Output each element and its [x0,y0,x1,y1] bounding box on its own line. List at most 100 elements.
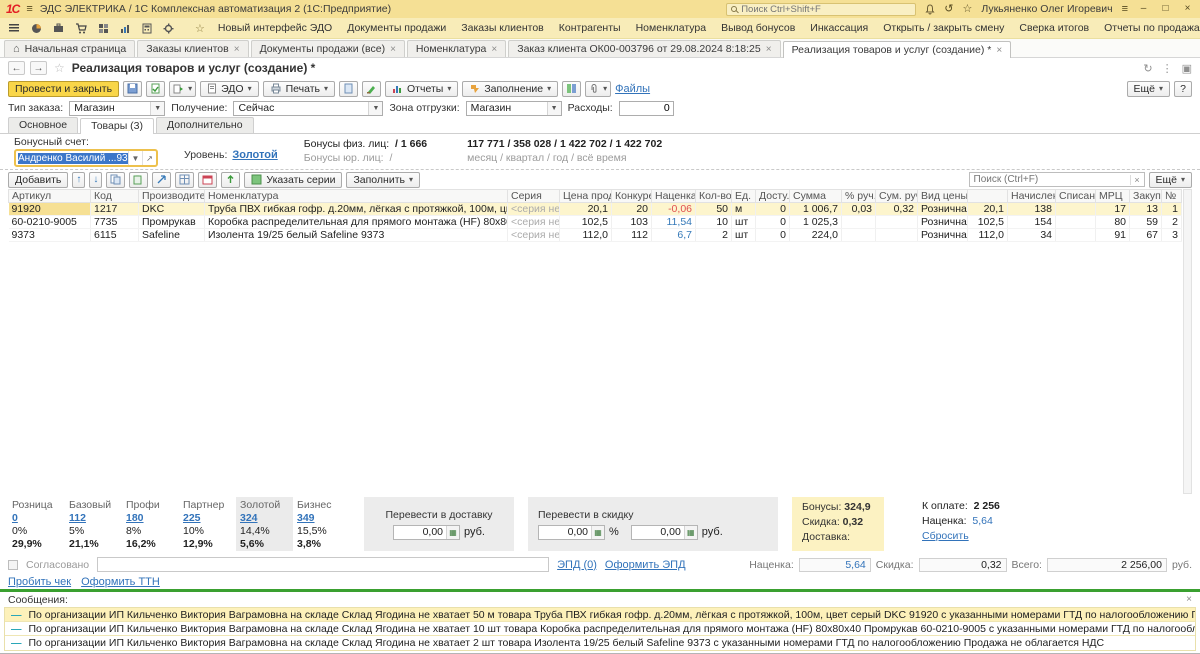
print-check-link[interactable]: Пробить чек [8,576,71,588]
column-header[interactable] [968,190,1008,203]
table-search[interactable]: × [969,172,1145,187]
minimize-button[interactable]: – [1137,4,1150,14]
price-level-bonus-link[interactable]: 225 [183,512,232,524]
table-cell[interactable]: 112,0 [968,229,1008,242]
epd-link[interactable]: ЭПД (0) [557,559,597,571]
move-up-button[interactable]: ↑ [72,172,85,188]
files-link[interactable]: Файлы [615,83,650,95]
column-header[interactable]: Сум. руч. [876,190,918,203]
tab-item[interactable]: Заказ клиента ОК00-003796 от 29.08.2024 … [508,40,780,57]
table-cell[interactable]: 102,5 [560,216,612,229]
table-cell[interactable] [842,229,876,242]
table-cell[interactable]: 102,5 [968,216,1008,229]
tab-close-icon[interactable]: × [234,44,240,55]
column-header[interactable]: Конкуре.. [612,190,652,203]
table-cell[interactable] [1056,229,1096,242]
table-cell[interactable]: 3 [1162,229,1182,242]
tab-active[interactable]: Реализация товаров и услуг (создание) *× [783,41,1012,58]
vertical-scrollbar[interactable] [1183,189,1192,494]
ttn-link[interactable]: Оформить ТТН [81,576,160,588]
table-cell[interactable]: 1217 [91,203,139,216]
history-icon[interactable]: ↺ [944,4,953,15]
share-icon-button[interactable] [152,172,171,188]
reports-button[interactable]: Отчеты▾ [385,81,458,97]
column-header[interactable]: Списано [1056,190,1096,203]
table-cell[interactable]: 17 [1096,203,1130,216]
invoice-icon-button[interactable] [339,81,358,97]
calc-icon[interactable]: ▦ [591,526,604,539]
table-cell[interactable]: 2 [1162,216,1182,229]
table-more-button[interactable]: Ещё▾ [1149,172,1193,188]
chart-icon[interactable] [120,23,131,34]
bonus-account-input[interactable]: Андренко Василий ...9391 ▼ ↗ [14,149,158,167]
column-header[interactable]: % руч. [842,190,876,203]
compare-icon-button[interactable] [562,81,581,97]
table-cell[interactable]: 2 [696,229,732,242]
table-cell[interactable]: 112,0 [560,229,612,242]
table-cell[interactable]: 0,03 [842,203,876,216]
table-cell[interactable]: 1 006,7 [790,203,842,216]
form-tab[interactable]: Дополнительно [156,117,254,133]
favorite-star-icon[interactable]: ☆ [54,61,65,75]
comment-input[interactable] [97,557,549,572]
current-user[interactable]: Лукьяненко Олег Игоревич [981,3,1112,15]
message-row[interactable]: —По организации ИП Кильченко Виктория Ва… [5,608,1195,622]
column-header[interactable]: Закуп [1130,190,1162,203]
table-cell[interactable]: 10 [696,216,732,229]
add-row-button[interactable]: Добавить [8,172,68,188]
form-tab[interactable]: Основное [8,117,78,133]
forward-button[interactable]: → [30,61,47,75]
fill-button[interactable]: Заполнение▾ [462,81,558,97]
global-search[interactable] [726,3,916,16]
table-cell[interactable]: 0 [756,229,790,242]
column-header[interactable]: Производитель [139,190,205,203]
table-cell[interactable]: 7735 [91,216,139,229]
column-header[interactable]: Досту.. [756,190,790,203]
grid-icon[interactable] [98,23,109,34]
table-cell[interactable] [842,216,876,229]
table-cell[interactable]: 0 [756,216,790,229]
table-cell[interactable]: 138 [1008,203,1056,216]
table-cell[interactable] [1056,216,1096,229]
table-cell[interactable]: 112 [612,229,652,242]
table-cell[interactable]: -0,06 [652,203,696,216]
table-cell[interactable]: 91920 [9,203,91,216]
menu-item[interactable]: Открыть / закрыть смену [883,22,1004,34]
table-cell[interactable]: Розничная [918,216,968,229]
tab-close-icon[interactable]: × [766,44,772,55]
table-cell[interactable]: 1 [1162,203,1182,216]
table-cell[interactable]: Розничная [918,203,968,216]
save-button[interactable] [123,81,142,97]
table-cell[interactable]: 91 [1096,229,1130,242]
favorites-star-icon[interactable]: ☆ [962,4,972,15]
messages-close-icon[interactable]: × [1186,594,1192,605]
table-cell[interactable]: 9373 [9,229,91,242]
message-row[interactable]: —По организации ИП Кильченко Виктория Ва… [5,636,1195,650]
table-cell[interactable]: 20 [612,203,652,216]
column-header[interactable]: Начислено [1008,190,1056,203]
table-cell[interactable]: <серия не ... [508,216,560,229]
table-cell[interactable] [876,229,918,242]
tab-item[interactable]: Номенклатура× [407,40,506,57]
column-header[interactable]: Артикул [9,190,91,203]
table-cell[interactable] [876,216,918,229]
create-based-on-button[interactable]: ▾ [169,81,196,97]
table-row[interactable]: 93736115SafelineИзолента 19/25 белый Saf… [9,229,1182,242]
more-button[interactable]: Ещё▾ [1127,81,1171,97]
table-cell[interactable]: 6115 [91,229,139,242]
menu-item[interactable]: Сверка итогов [1019,22,1089,34]
table-cell[interactable]: 20,1 [560,203,612,216]
back-button[interactable]: ← [8,61,25,75]
menu-item[interactable]: Номенклатура [636,22,706,34]
table-cell[interactable]: 0,32 [876,203,918,216]
price-level-bonus-link[interactable]: 180 [126,512,175,524]
table-cell[interactable]: 154 [1008,216,1056,229]
table-cell[interactable]: 1 025,3 [790,216,842,229]
column-header[interactable]: Серия [508,190,560,203]
table-cell[interactable]: <серия не ... [508,203,560,216]
column-header[interactable]: Наценка [652,190,696,203]
table-cell[interactable]: Safeline [139,229,205,242]
chevron-down-icon[interactable]: ▼ [128,151,142,165]
tab-close-icon[interactable]: × [996,45,1002,56]
table-cell[interactable]: Труба ПВХ гибкая гофр. д.20мм, лёгкая с … [205,203,508,216]
